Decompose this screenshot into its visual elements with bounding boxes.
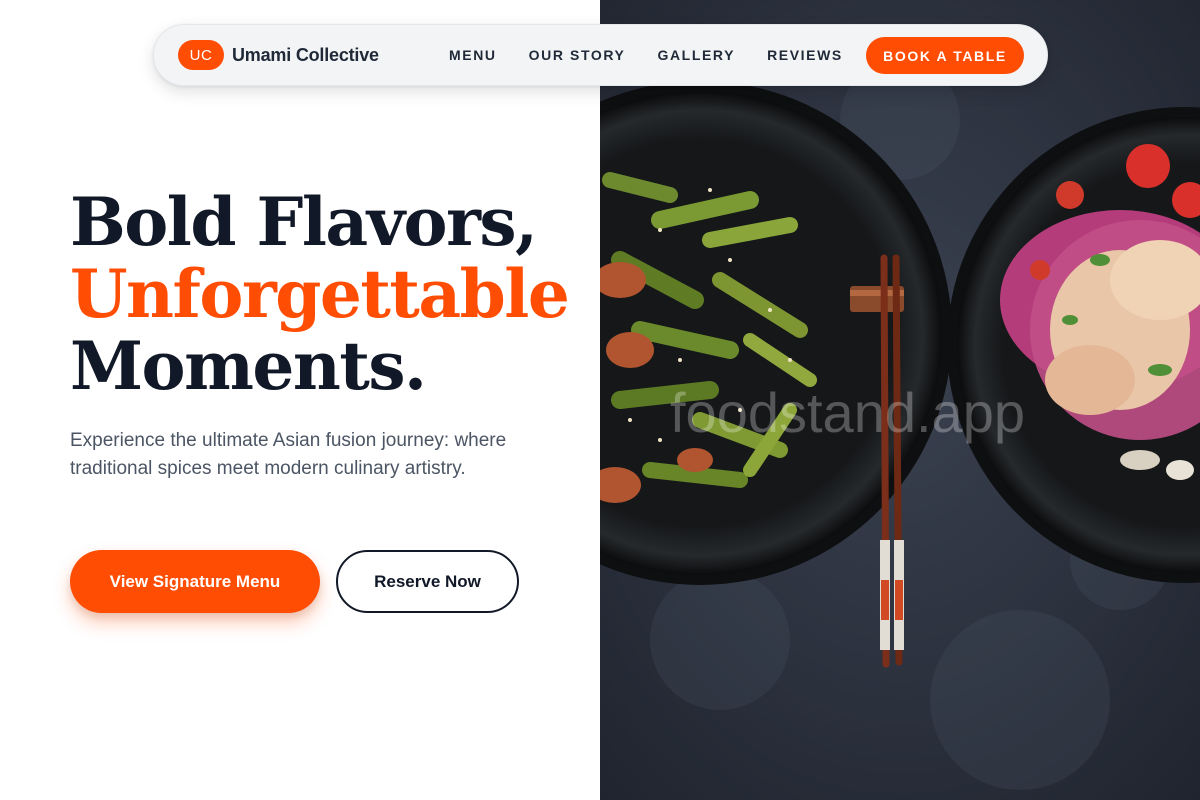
headline-line-2: Unforgettable <box>70 255 570 333</box>
book-a-table-button[interactable]: BOOK A TABLE <box>866 37 1024 74</box>
nav-link-reviews[interactable]: REVIEWS <box>767 47 843 63</box>
nav-links: MENU OUR STORY GALLERY REVIEWS <box>449 25 875 85</box>
food-bowls-illustration: foodstand.app <box>600 0 1200 800</box>
nav-link-gallery[interactable]: GALLERY <box>657 47 735 63</box>
hero-headline: Bold Flavors, Unforgettable Moments. <box>70 186 590 402</box>
brand-badge: UC <box>178 40 224 70</box>
top-navbar: UC Umami Collective MENU OUR STORY GALLE… <box>153 24 1048 86</box>
brand-logo[interactable]: UC Umami Collective <box>178 40 379 70</box>
brand-name: Umami Collective <box>232 44 379 65</box>
nav-link-our-story[interactable]: OUR STORY <box>529 47 626 63</box>
photo-watermark: foodstand.app <box>670 381 1025 444</box>
hero-food-photo: foodstand.app <box>600 0 1200 800</box>
nav-link-menu[interactable]: MENU <box>449 47 497 63</box>
hero-subtext: Experience the ultimate Asian fusion jou… <box>70 430 507 479</box>
headline-line-3: Moments. <box>70 327 427 405</box>
headline-line-1: Bold Flavors, <box>70 183 538 261</box>
reserve-now-button[interactable]: Reserve Now <box>336 550 519 613</box>
view-signature-menu-button[interactable]: View Signature Menu <box>70 550 320 613</box>
